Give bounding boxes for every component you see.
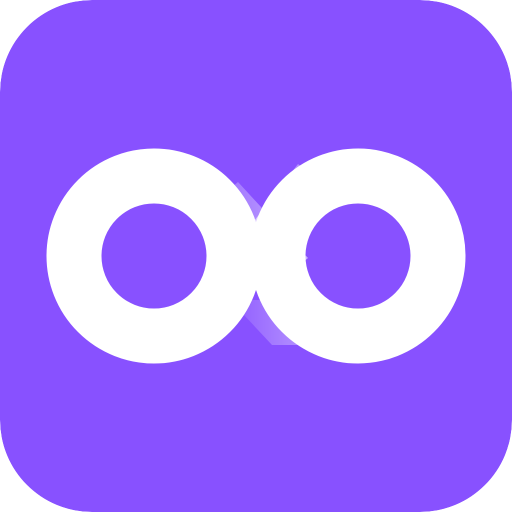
infinity-logo bbox=[0, 0, 512, 512]
app-icon[interactable] bbox=[0, 0, 512, 512]
